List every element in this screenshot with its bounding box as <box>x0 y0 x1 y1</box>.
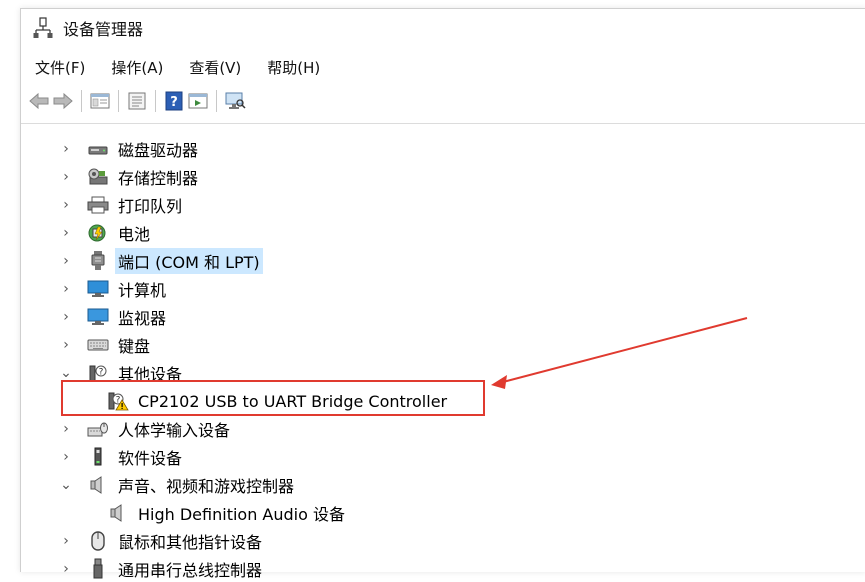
tree-item-ports[interactable]: › 端口 (COM 和 LPT) <box>59 248 263 274</box>
tree-item-label: 人体学输入设备 <box>118 421 231 440</box>
other-devices-icon: ? <box>87 363 109 383</box>
back-arrow-icon[interactable] <box>27 89 51 113</box>
window-title: 设备管理器 <box>63 20 144 39</box>
tree-item-label: 其他设备 <box>118 365 183 384</box>
tree-item-label: High Definition Audio 设备 <box>138 505 345 524</box>
toolbar-separator <box>118 90 119 112</box>
chevron-right-icon[interactable]: › <box>59 533 73 549</box>
tree-item-computer[interactable]: › 计算机 <box>59 276 169 302</box>
tree-item-monitors[interactable]: › 监视器 <box>59 304 169 330</box>
tree-item-label: 声音、视频和游戏控制器 <box>118 477 295 496</box>
keyboard-icon <box>87 335 109 355</box>
chevron-right-icon[interactable]: › <box>59 309 73 325</box>
chevron-right-icon[interactable]: › <box>59 141 73 157</box>
device-manager-window: 设备管理器 文件(F) 操作(A) 查看(V) 帮助(H) ? › 磁盘驱动器 … <box>20 8 865 580</box>
battery-icon <box>87 223 109 243</box>
sound-icon <box>87 475 109 495</box>
toolbar-separator <box>155 90 156 112</box>
menu-bar: 文件(F) 操作(A) 查看(V) 帮助(H) <box>21 55 332 79</box>
tree-item-disk-drives[interactable]: › 磁盘驱动器 <box>59 136 201 162</box>
hid-icon <box>87 419 109 439</box>
toolbar-divider <box>21 123 865 124</box>
tree-item-label: 端口 (COM 和 LPT) <box>115 248 263 274</box>
printer-icon <box>87 195 109 215</box>
tree-item-hid[interactable]: › 人体学输入设备 <box>59 416 233 442</box>
chevron-down-icon[interactable]: ⌄ <box>59 365 73 381</box>
tree-item-print-queues[interactable]: › 打印队列 <box>59 192 185 218</box>
tree-item-other-devices[interactable]: ⌄ ? 其他设备 <box>59 360 185 386</box>
tree-item-label: 软件设备 <box>118 449 183 468</box>
toolbar-separator <box>81 90 82 112</box>
tree-item-hd-audio[interactable]: High Definition Audio 设备 <box>107 500 348 526</box>
menu-file[interactable]: 文件(F) <box>21 57 97 78</box>
chevron-right-icon[interactable]: › <box>59 169 73 185</box>
scan-hardware-icon[interactable] <box>223 89 247 113</box>
disk-drive-icon <box>87 139 109 159</box>
toolbar-separator <box>216 90 217 112</box>
chevron-right-icon[interactable]: › <box>59 225 73 241</box>
computer-icon <box>87 279 109 299</box>
chevron-right-icon[interactable]: › <box>59 253 73 269</box>
menu-help[interactable]: 帮助(H) <box>253 57 332 78</box>
title-bar: 设备管理器 <box>21 9 865 47</box>
chevron-right-icon[interactable]: › <box>59 197 73 213</box>
chevron-right-icon[interactable]: › <box>59 421 73 437</box>
tree-item-label: 鼠标和其他指针设备 <box>118 533 263 552</box>
tree-item-label: 存储控制器 <box>118 169 199 188</box>
tree-item-label: 通用串行总线控制器 <box>118 561 263 580</box>
svg-text:?: ? <box>99 368 104 378</box>
tree-item-label: 磁盘驱动器 <box>118 141 199 160</box>
tree-item-usb-controllers[interactable]: › 通用串行总线控制器 <box>59 556 265 582</box>
tree-item-batteries[interactable]: › 电池 <box>59 220 153 246</box>
software-device-icon <box>87 447 109 467</box>
chevron-down-icon[interactable]: ⌄ <box>59 477 73 493</box>
chevron-right-icon[interactable]: › <box>59 561 73 577</box>
device-tree: › 磁盘驱动器 › 存储控制器 › 打印队列 › 电池 › 端口 (COM 和 … <box>21 126 865 580</box>
tree-item-label: CP2102 USB to UART Bridge Controller <box>138 391 448 411</box>
tree-item-label: 计算机 <box>118 281 167 300</box>
help-icon[interactable]: ? <box>162 89 186 113</box>
action-pane-icon[interactable] <box>186 89 210 113</box>
chevron-right-icon[interactable]: › <box>59 337 73 353</box>
tree-item-sound-controllers[interactable]: ⌄ 声音、视频和游戏控制器 <box>59 472 297 498</box>
tree-item-cp2102[interactable]: ? CP2102 USB to UART Bridge Controller <box>107 388 450 414</box>
speaker-icon <box>107 503 129 523</box>
svg-text:?: ? <box>170 95 178 110</box>
show-hide-tree-icon[interactable] <box>88 89 112 113</box>
usb-icon <box>87 558 109 579</box>
tree-item-storage-controllers[interactable]: › 存储控制器 <box>59 164 201 190</box>
tree-item-keyboards[interactable]: › 键盘 <box>59 332 153 358</box>
monitor-icon <box>87 307 109 327</box>
unknown-device-warning-icon: ? <box>107 391 129 411</box>
menu-action[interactable]: 操作(A) <box>97 57 175 78</box>
mouse-icon <box>87 531 109 551</box>
properties-icon[interactable] <box>125 89 149 113</box>
tree-item-software-devices[interactable]: › 软件设备 <box>59 444 185 470</box>
chevron-right-icon[interactable]: › <box>59 449 73 465</box>
menu-view[interactable]: 查看(V) <box>175 57 253 78</box>
chevron-right-icon[interactable]: › <box>59 281 73 297</box>
tree-item-label: 打印队列 <box>118 197 183 216</box>
storage-controller-icon <box>87 167 109 187</box>
port-icon <box>87 251 109 271</box>
tree-item-label: 电池 <box>118 225 151 244</box>
toolbar: ? <box>21 87 865 115</box>
tree-item-label: 键盘 <box>118 337 151 356</box>
tree-item-label: 监视器 <box>118 309 167 328</box>
forward-arrow-icon[interactable] <box>51 89 75 113</box>
tree-item-mice[interactable]: › 鼠标和其他指针设备 <box>59 528 265 554</box>
device-manager-app-icon <box>33 17 53 39</box>
